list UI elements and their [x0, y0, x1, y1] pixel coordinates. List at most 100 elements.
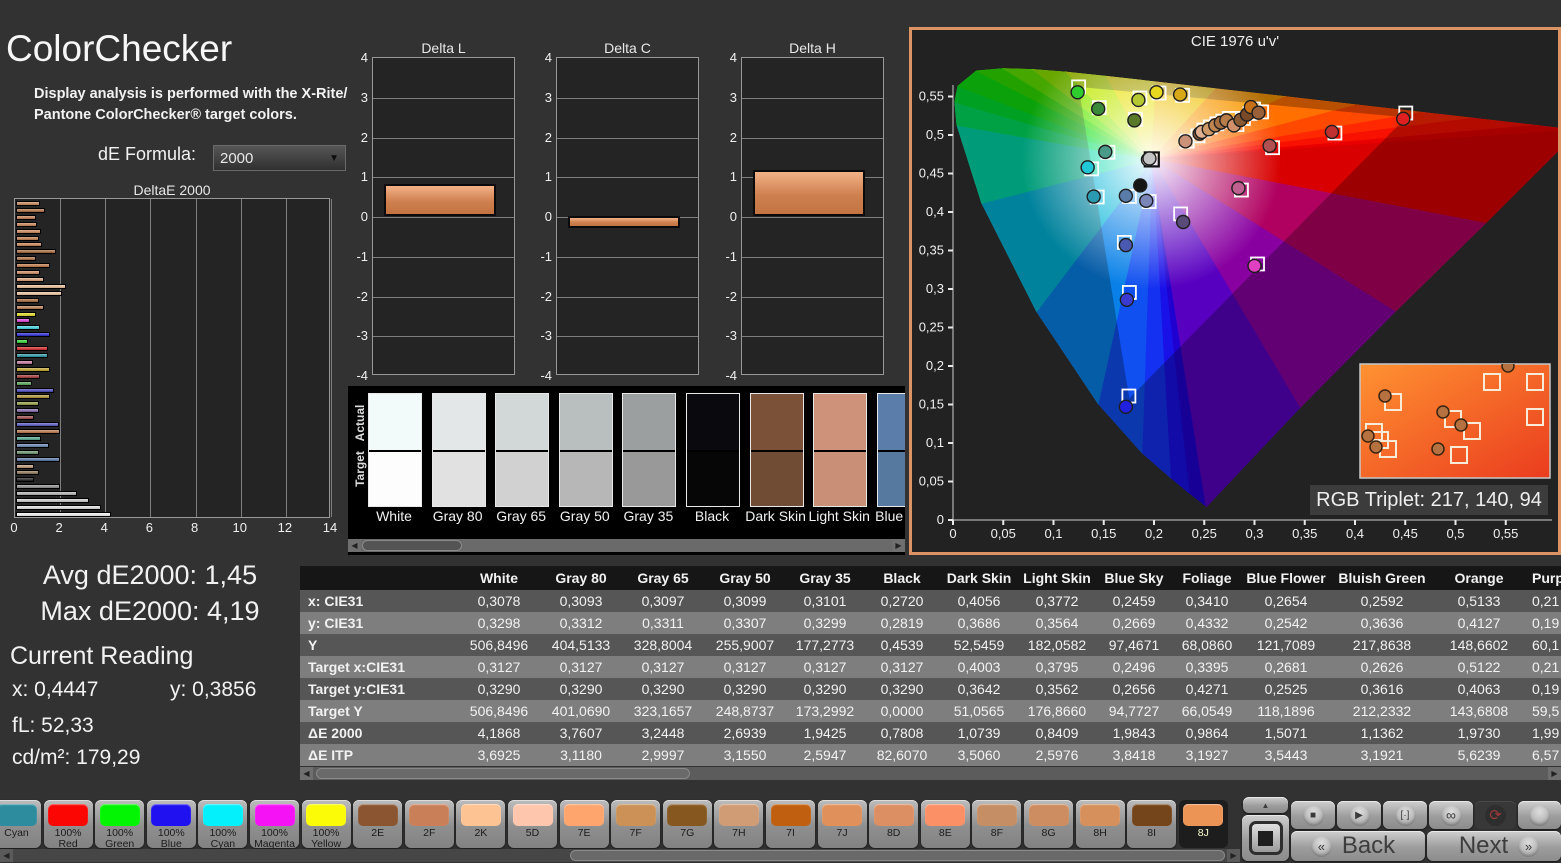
palette-button-5d[interactable]: 5D: [508, 800, 557, 848]
palette-button-100-red[interactable]: 100% Red: [43, 800, 93, 849]
x-axis-tick-label: 4: [100, 520, 108, 535]
delta-e-x-axis: 0 2 4 6 8 10 12 14: [8, 520, 338, 538]
table-cell: 0,3127: [559, 659, 603, 675]
delta-chart-delta-h: Delta H 4 3 2 1 0 -1 -2 -3 -4: [714, 40, 889, 385]
y-axis-tick-label: -1: [356, 248, 368, 264]
palette-button-100-blue[interactable]: 100% Blue: [146, 800, 196, 850]
x-tick-label: 0,2: [1145, 526, 1163, 541]
scroll-left-icon[interactable]: ◀: [300, 767, 313, 780]
y-axis-tick-label: 2: [544, 129, 552, 145]
palette-button-7h[interactable]: 7H: [714, 800, 764, 848]
table-row: Target x:CIE31 0,3127 0,3127 0,3127 0,3127 0,…: [300, 656, 1561, 678]
palette-button-100-magenta[interactable]: 100% Magenta: [250, 800, 299, 849]
measured-point-marker: [1098, 144, 1113, 160]
collapse-up-icon: ▲: [1261, 800, 1270, 810]
play-button[interactable]: ▶: [1337, 801, 1381, 829]
stop-panel-button[interactable]: [1242, 815, 1289, 861]
delta-e-2000-chart: DeltaE 2000 0 2 4 6 8 10 12 14: [8, 182, 338, 538]
swatch-target: [369, 452, 421, 506]
palette-label: 100% Blue: [157, 827, 185, 850]
stop-button[interactable]: ■: [1291, 801, 1335, 829]
delta-e-bar: [16, 429, 60, 435]
refresh-button[interactable]: ⟳: [1475, 801, 1516, 829]
scroll-right-icon[interactable]: ▶: [1548, 767, 1561, 780]
palette-scrollbar-handle[interactable]: [570, 850, 1225, 861]
palette-swatch: [460, 804, 501, 826]
palette-label: 7G: [680, 827, 695, 839]
palette-button-2k[interactable]: 2K: [456, 800, 506, 848]
interval-button[interactable]: [·]: [1383, 801, 1427, 829]
table-cell: 0,7808: [880, 725, 924, 741]
reading-fl: fL: 52,33: [12, 714, 94, 737]
palette-button-2e[interactable]: 2E: [353, 800, 403, 848]
measured-point-marker: [1127, 113, 1142, 128]
palette-button-7g[interactable]: 7G: [662, 800, 712, 848]
next-button[interactable]: Next »: [1427, 831, 1561, 861]
palette-swatch: [667, 804, 708, 826]
y-axis-tick-label: 1: [544, 169, 552, 185]
palette-label: 8D: [886, 827, 901, 839]
palette-button-2f[interactable]: 2F: [404, 800, 454, 848]
table-scrollbar[interactable]: ◀ ▶: [300, 767, 1561, 780]
palette-button-100-green[interactable]: 100% Green: [95, 800, 145, 850]
swatch-label: Black: [694, 508, 730, 524]
y-axis-tick-label: -4: [356, 368, 368, 383]
grid-line: [373, 97, 514, 99]
palette-scrollbar[interactable]: ◀ ▶: [0, 849, 1240, 862]
swatch-actual: [687, 394, 739, 450]
swatch-actual: [369, 394, 421, 450]
swatch-label: White: [376, 508, 412, 524]
palette-button-8e[interactable]: 8E: [920, 800, 970, 848]
palette-label: 7I: [786, 827, 795, 839]
continuous-button[interactable]: ∞: [1429, 801, 1473, 829]
palette-button-7f[interactable]: 7F: [611, 800, 661, 848]
measured-point-marker: [1396, 111, 1411, 127]
delta-chart-bar: [753, 170, 865, 216]
table-cell: 0,3410: [1185, 593, 1229, 609]
palette-button-7j[interactable]: 7J: [817, 800, 867, 848]
palette-button-7e[interactable]: 7E: [559, 800, 609, 848]
y-axis-tick-label: 0: [729, 209, 737, 224]
collapse-button[interactable]: ▲: [1243, 797, 1288, 813]
scroll-left-icon[interactable]: ◀: [0, 849, 13, 862]
column-header: Dark Skin: [946, 570, 1012, 586]
table-cell: 0,3127: [641, 659, 685, 675]
swatch-label: Gray 35: [623, 508, 674, 524]
palette-button-8h[interactable]: 8H: [1075, 800, 1125, 848]
blank-button[interactable]: [1518, 801, 1561, 829]
table-cell: 6,57: [1532, 747, 1560, 763]
palette-button-8g[interactable]: 8G: [1024, 800, 1073, 848]
delta-e-bar: [16, 221, 38, 227]
back-button[interactable]: « Back: [1291, 831, 1425, 861]
palette-button-8f[interactable]: 8F: [972, 800, 1022, 848]
delta-e-bar: [16, 498, 90, 504]
scroll-right-icon[interactable]: ▶: [1227, 849, 1240, 862]
palette-button-100-cyan[interactable]: 100% Cyan: [198, 800, 248, 849]
palette-button-cyan[interactable]: Cyan: [0, 800, 41, 848]
delta-e-bar: [16, 394, 50, 400]
column-header: Black: [883, 570, 921, 586]
palette-button-8d[interactable]: 8D: [869, 800, 919, 848]
scroll-left-icon[interactable]: ◀: [348, 539, 361, 552]
table-cell: 255,9007: [715, 637, 775, 653]
table-cell: 0,3616: [1360, 681, 1404, 697]
scroll-right-icon[interactable]: ▶: [892, 539, 905, 552]
table-cell: 2,6939: [723, 725, 767, 741]
palette-button-7i[interactable]: 7I: [766, 800, 815, 848]
delta-chart-delta-l: Delta L 4 3 2 1 0 -1 -2 -3 -4: [345, 40, 520, 385]
swatch-scrollbar-handle[interactable]: [362, 540, 462, 551]
blank-circle-icon: [1529, 804, 1550, 826]
palette-button-8i[interactable]: 8I: [1127, 800, 1177, 848]
swatch-label: Blue Sky: [875, 508, 905, 524]
measured-point-marker: [1080, 160, 1095, 175]
palette-label: 100% Green: [105, 827, 135, 850]
de-formula-dropdown[interactable]: 2000 ▼: [213, 145, 346, 171]
swatch-target: [623, 452, 676, 506]
palette-button-8j[interactable]: 8J: [1178, 800, 1228, 848]
table-row: ΔE 2000 4,1868 3,7607 3,2448 2,6939 1,9425 0,7…: [300, 722, 1561, 744]
swatch-scrollbar[interactable]: ◀ ▶: [348, 539, 905, 552]
palette-swatch: [615, 804, 656, 826]
table-scrollbar-handle[interactable]: [316, 768, 690, 779]
palette-button-100-yellow[interactable]: 100% Yellow: [301, 800, 351, 849]
table-cell: 401,0690: [551, 703, 611, 719]
